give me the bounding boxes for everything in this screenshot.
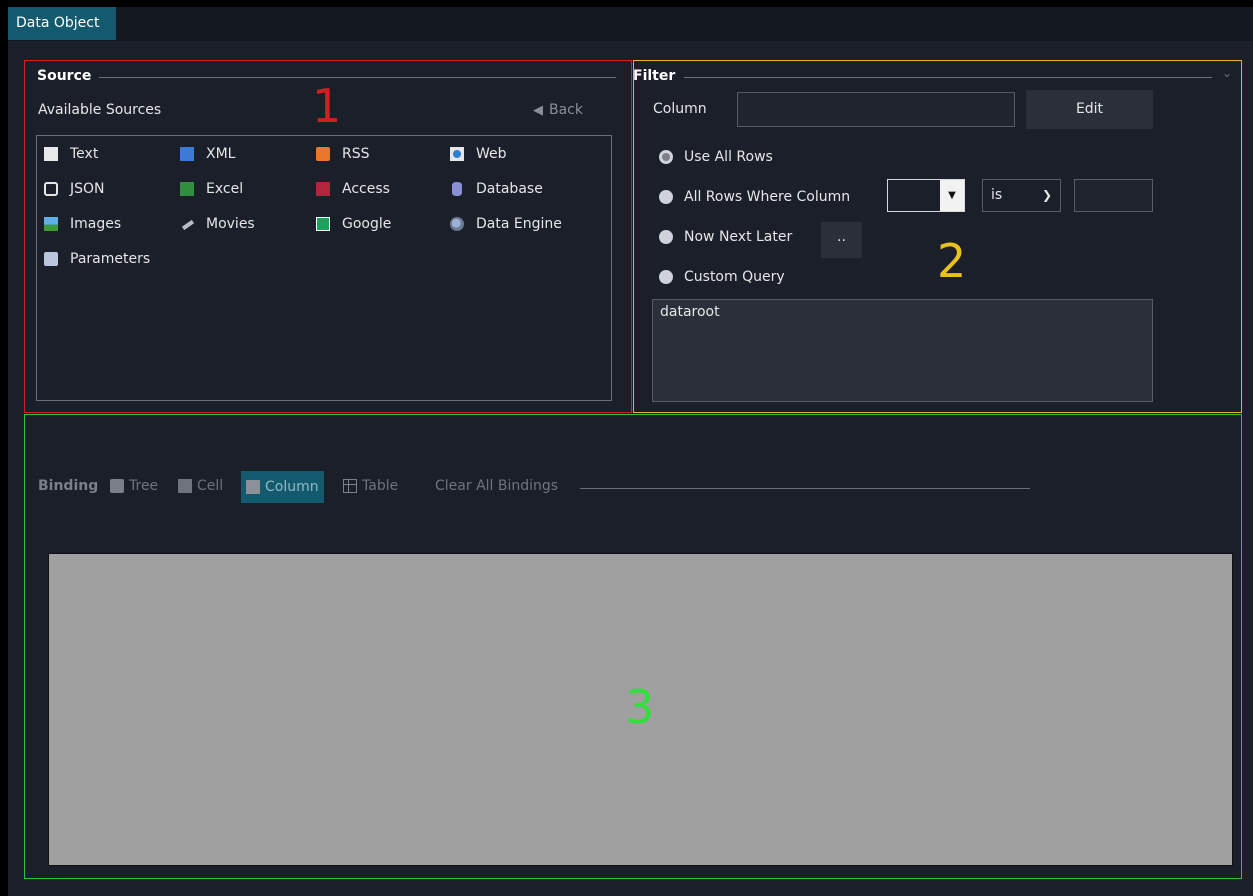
json-icon: [44, 182, 58, 196]
radio-label: Now Next Later: [684, 229, 793, 245]
radio-all-rows-where[interactable]: All Rows Where Column: [659, 189, 850, 205]
now-next-later-options-button[interactable]: ..: [821, 222, 862, 258]
source-item-label: Text: [70, 146, 99, 162]
binding-mode-tree[interactable]: Tree: [110, 478, 158, 494]
binding-mode-label: Table: [362, 478, 399, 494]
section-marker-3: 3: [625, 680, 655, 734]
compare-value-input[interactable]: [1074, 179, 1153, 212]
source-item-excel[interactable]: Excel: [180, 181, 243, 197]
web-icon: [450, 147, 464, 161]
movies-icon: [180, 217, 194, 231]
dropdown-arrow-icon: ▼: [940, 180, 964, 211]
parameters-icon: [44, 252, 58, 266]
tree-icon: [110, 479, 124, 493]
back-button[interactable]: ◀ Back: [533, 102, 583, 118]
tab-bar: Data Object: [8, 7, 1253, 41]
binding-mode-cell[interactable]: Cell: [178, 478, 223, 494]
column-icon: [246, 480, 260, 494]
google-sheets-icon: [316, 217, 330, 231]
source-item-access[interactable]: Access: [316, 181, 390, 197]
back-arrow-icon: ◀: [533, 102, 543, 118]
radio-now-next-later[interactable]: Now Next Later: [659, 229, 792, 245]
filter-title: Filter: [633, 68, 676, 84]
images-icon: [44, 217, 58, 231]
binding-title: Binding: [38, 478, 99, 494]
radio-dot: [659, 230, 673, 244]
data-object-window: Data Object Source Available Sources ◀ B…: [8, 7, 1253, 896]
section-marker-1: 1: [312, 79, 342, 133]
source-item-web[interactable]: Web: [450, 146, 507, 162]
section-marker-2: 2: [937, 234, 967, 288]
data-engine-icon: [450, 217, 464, 231]
edit-button[interactable]: Edit: [1026, 90, 1153, 129]
database-icon: [452, 182, 462, 196]
source-list: Text XML RSS Web JSON Excel Access Datab…: [36, 135, 612, 401]
collapse-chevron-icon[interactable]: ⌄: [1222, 66, 1232, 80]
source-panel: Source Available Sources ◀ Back 1 Text X…: [24, 60, 632, 413]
filter-panel: Filter ⌄ 2 Column Edit Use All Rows All …: [633, 60, 1242, 413]
source-title: Source: [37, 68, 92, 84]
source-item-label: Images: [70, 216, 122, 232]
chevron-down-icon: ❯: [1041, 188, 1052, 202]
column-dropdown[interactable]: ▼: [887, 179, 965, 212]
radio-custom-query[interactable]: Custom Query: [659, 269, 785, 285]
source-item-data-engine[interactable]: Data Engine: [450, 216, 562, 232]
source-item-label: Excel: [206, 181, 244, 197]
source-item-google[interactable]: Google: [316, 216, 391, 232]
binding-mode-column[interactable]: Column: [241, 471, 324, 503]
source-item-label: RSS: [342, 146, 370, 162]
radio-dot-selected: [659, 150, 673, 164]
custom-query-textarea[interactable]: dataroot: [652, 299, 1153, 402]
cell-icon: [178, 479, 192, 493]
source-item-parameters[interactable]: Parameters: [44, 251, 150, 267]
table-icon: [343, 479, 357, 493]
xml-icon: [180, 147, 194, 161]
query-text: dataroot: [660, 304, 720, 320]
available-sources-label: Available Sources: [38, 102, 162, 118]
radio-label: Use All Rows: [684, 149, 773, 165]
binding-panel: Binding Tree Cell Column Table Clear All…: [24, 414, 1242, 879]
excel-icon: [180, 182, 194, 196]
source-item-label: Movies: [206, 216, 255, 232]
source-item-label: Web: [476, 146, 507, 162]
source-item-images[interactable]: Images: [44, 216, 121, 232]
operator-select[interactable]: is ❯: [982, 179, 1061, 212]
source-item-label: Google: [342, 216, 392, 232]
binding-mode-label: Cell: [197, 478, 224, 494]
source-item-label: Data Engine: [476, 216, 562, 232]
back-label: Back: [549, 102, 583, 118]
radio-dot: [659, 270, 673, 284]
tab-data-object[interactable]: Data Object: [8, 7, 116, 40]
source-item-label: JSON: [70, 181, 105, 197]
binding-divider: [580, 488, 1030, 489]
source-item-label: Access: [342, 181, 390, 197]
column-label: Column: [653, 101, 707, 117]
radio-label: All Rows Where Column: [684, 189, 851, 205]
source-item-label: Parameters: [70, 251, 151, 267]
source-item-rss[interactable]: RSS: [316, 146, 370, 162]
binding-preview-area: 3: [48, 553, 1233, 866]
source-item-label: Database: [476, 181, 543, 197]
source-item-text[interactable]: Text: [44, 146, 98, 162]
radio-dot: [659, 190, 673, 204]
operator-value: is: [991, 187, 1003, 203]
source-item-movies[interactable]: Movies: [180, 216, 255, 232]
column-input[interactable]: [737, 92, 1015, 127]
binding-mode-table[interactable]: Table: [343, 478, 398, 494]
clear-all-bindings-button[interactable]: Clear All Bindings: [435, 478, 558, 494]
access-icon: [316, 182, 330, 196]
source-item-json[interactable]: JSON: [44, 181, 105, 197]
source-item-database[interactable]: Database: [450, 181, 543, 197]
source-item-label: XML: [206, 146, 236, 162]
rss-icon: [316, 147, 330, 161]
text-file-icon: [44, 147, 58, 161]
filter-divider: [684, 77, 1212, 78]
binding-mode-label: Tree: [129, 478, 159, 494]
source-item-xml[interactable]: XML: [180, 146, 235, 162]
radio-use-all-rows[interactable]: Use All Rows: [659, 149, 773, 165]
binding-mode-label: Column: [265, 479, 319, 495]
radio-label: Custom Query: [684, 269, 785, 285]
source-divider: [99, 77, 616, 78]
